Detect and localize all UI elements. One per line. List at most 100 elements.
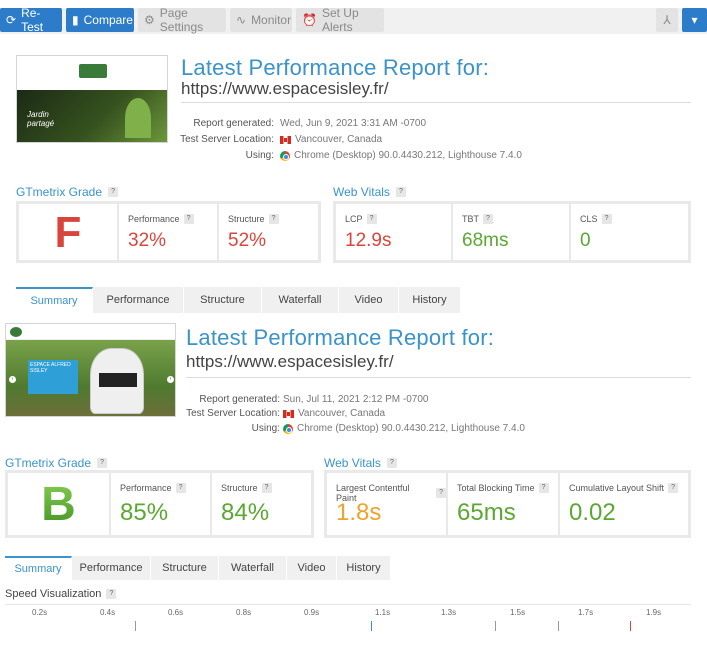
tab-history[interactable]: History — [337, 556, 391, 580]
site-logo — [10, 327, 22, 337]
r1-perf-label-text: Performance — [128, 214, 180, 224]
retest-button[interactable]: ⟳ Re-Test — [0, 6, 62, 34]
help-icon[interactable]: ? — [395, 187, 406, 197]
speed-heading: Speed Visualization? — [5, 588, 117, 600]
r2-grade-panel: B Performance? 85% Structure? 84% — [5, 470, 314, 538]
help-icon[interactable]: ? — [261, 483, 272, 493]
r2-using-label: Using: — [251, 423, 280, 434]
page-settings-button[interactable]: ⚙ Page Settings — [138, 6, 226, 34]
thumb2-hero: ESPACE ALFRED SISLEY ‹ › — [6, 340, 175, 416]
thumb2-mask — [90, 348, 144, 414]
monitor-button[interactable]: ∿ Monitor — [230, 8, 292, 32]
speed-tick: 1.9s — [646, 608, 662, 617]
speed-marker — [371, 621, 372, 631]
r1-cls-label-text: CLS — [580, 214, 598, 224]
thumb-hero-text: Jardin partagé — [27, 110, 55, 128]
alarm-icon: ⏰ — [302, 13, 317, 27]
r1-struct-value: 52% — [228, 230, 267, 251]
thumb-hero: Jardin partagé — [17, 90, 167, 142]
tab-waterfall[interactable]: Waterfall — [219, 556, 287, 580]
help-icon[interactable]: ? — [108, 187, 119, 197]
r1-structure-cell: Structure? 52% — [219, 204, 318, 260]
tab-history[interactable]: History — [399, 287, 461, 313]
r2-lcp-cell: Largest Contentful Paint? 1.8s — [327, 473, 446, 535]
monitor-label: Monitor — [251, 13, 292, 27]
page-settings-label: Page Settings — [159, 6, 204, 34]
r2-grade-heading: GTmetrix Grade? — [5, 456, 108, 470]
report1-url[interactable]: https://www.espacesisley.fr/ — [181, 79, 389, 99]
r2-perf-label-text: Performance — [120, 483, 172, 493]
help-icon[interactable]: ? — [175, 483, 186, 493]
gear-icon: ⚙ — [144, 13, 155, 27]
r2-tbt-value: 65ms — [457, 499, 516, 526]
help-icon[interactable]: ? — [483, 214, 493, 224]
r2-generated-text: Sun, Jul 11, 2021 2:12 PM -0700 — [283, 394, 429, 405]
r2-cls-label: Cumulative Layout Shift? — [569, 483, 679, 493]
canada-flag-icon — [283, 409, 294, 418]
tab-summary[interactable]: Summary — [5, 556, 72, 580]
help-icon[interactable]: ? — [538, 483, 549, 493]
r1-generated-text: Wed, Jun 9, 2021 3:31 AM -0700 — [280, 118, 427, 129]
tab-performance[interactable]: Performance — [72, 556, 151, 580]
compare-icon: ▮ — [72, 13, 79, 27]
report2-url[interactable]: https://www.espacesisley.fr/ — [186, 352, 394, 372]
help-icon[interactable]: ? — [436, 488, 446, 498]
carousel-next-icon[interactable]: › — [167, 376, 174, 383]
report1-thumbnail: Jardin partagé — [16, 55, 168, 143]
tab-structure[interactable]: Structure — [184, 287, 262, 313]
r2-structure-cell: Structure? 84% — [212, 473, 311, 535]
help-icon[interactable]: ? — [97, 458, 108, 468]
r2-cls-cell: Cumulative Layout Shift? 0.02 — [560, 473, 688, 535]
r2-vitals-heading: Web Vitals? — [324, 456, 397, 470]
r1-vitals-heading-text: Web Vitals — [333, 185, 390, 199]
r2-vitals-panel: Largest Contentful Paint? 1.8s Total Blo… — [324, 470, 691, 538]
r2-tbt-cell: Total Blocking Time? 65ms — [448, 473, 558, 535]
r1-tabs: Summary Performance Structure Waterfall … — [16, 287, 461, 313]
tab-video[interactable]: Video — [287, 556, 337, 580]
speed-heading-text: Speed Visualization — [5, 588, 102, 600]
chrome-icon — [280, 150, 290, 161]
pdf-icon: ⅄ — [663, 13, 671, 27]
speed-tick: 0.4s — [100, 608, 116, 617]
tab-structure[interactable]: Structure — [151, 556, 219, 580]
r1-performance-cell: Performance? 32% — [119, 204, 217, 260]
r1-grade-heading-text: GTmetrix Grade — [16, 185, 103, 199]
help-icon[interactable]: ? — [601, 214, 612, 224]
r2-using-value: Chrome (Desktop) 90.0.4430.212, Lighthou… — [283, 423, 525, 434]
retest-label: Re-Test — [21, 6, 44, 34]
tab-video[interactable]: Video — [339, 287, 399, 313]
pdf-button[interactable]: ⅄ — [656, 8, 678, 32]
help-icon[interactable]: ? — [668, 483, 679, 493]
r1-tbt-label: TBT? — [462, 214, 493, 224]
canada-flag-icon — [280, 135, 291, 144]
r1-generated-value: Wed, Jun 9, 2021 3:31 AM -0700 — [280, 118, 426, 129]
speed-timeline: 0.2s 0.4s 0.6s 0.8s 0.9s 1.1s 1.3s 1.5s … — [5, 604, 691, 631]
r2-cls-value: 0.02 — [569, 499, 616, 526]
carousel-prev-icon[interactable]: ‹ — [9, 376, 16, 383]
speed-tick: 0.9s — [304, 608, 320, 617]
speed-tick: 0.6s — [168, 608, 184, 617]
help-icon[interactable]: ? — [106, 589, 117, 599]
tab-summary[interactable]: Summary — [16, 287, 93, 313]
help-icon[interactable]: ? — [386, 458, 397, 468]
help-icon[interactable]: ? — [268, 214, 279, 224]
r1-server-value: Vancouver, Canada — [280, 134, 382, 145]
r1-using-label: Using: — [245, 150, 274, 161]
r1-tbt-label-text: TBT — [462, 214, 479, 224]
r2-grade-letter: B — [8, 477, 109, 532]
r2-server-text: Vancouver, Canada — [298, 408, 386, 419]
r1-vitals-heading: Web Vitals? — [333, 185, 406, 199]
speed-marker — [630, 621, 631, 631]
speed-marker — [135, 621, 136, 631]
help-icon[interactable]: ? — [366, 214, 377, 224]
setup-alerts-button[interactable]: ⏰ Set Up Alerts — [296, 6, 384, 34]
compare-button[interactable]: ▮ Compare — [66, 8, 134, 32]
more-button[interactable]: ▾ — [682, 8, 707, 32]
tab-performance[interactable]: Performance — [93, 287, 184, 313]
help-icon[interactable]: ? — [183, 214, 194, 224]
more-icon: ▾ — [691, 13, 698, 27]
r1-struct-label: Structure? — [228, 214, 279, 224]
tab-waterfall[interactable]: Waterfall — [262, 287, 339, 313]
speed-tick: 0.8s — [236, 608, 252, 617]
compare-label: Compare — [83, 13, 133, 27]
